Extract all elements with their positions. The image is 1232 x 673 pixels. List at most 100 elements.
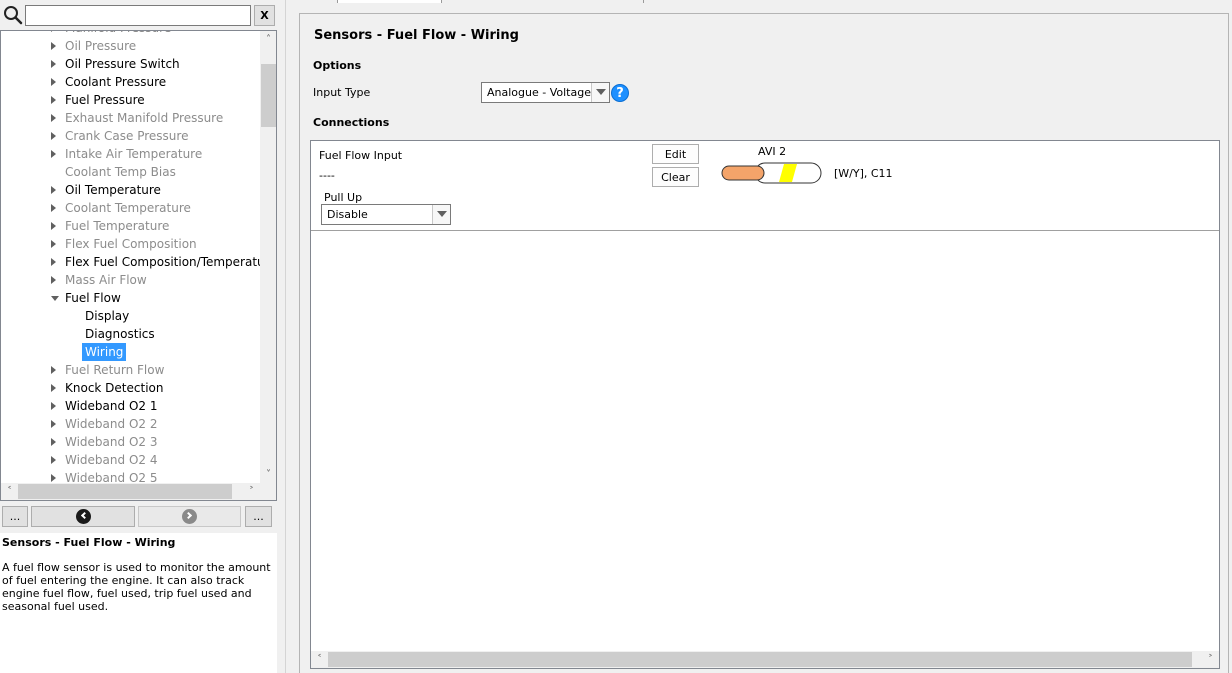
panel-splitter[interactable] — [278, 0, 286, 673]
nav-back-button[interactable] — [31, 506, 135, 527]
search-clear-button[interactable]: X — [254, 5, 275, 26]
tree-item[interactable]: Fuel Temperature — [1, 217, 260, 235]
tree-item[interactable]: Intake Air Temperature — [1, 145, 260, 163]
tree-item[interactable]: Coolant Temperature — [1, 199, 260, 217]
tree-item-label: Coolant Pressure — [65, 75, 167, 89]
dropdown-arrow-icon[interactable] — [432, 205, 450, 224]
expand-arrow-icon[interactable] — [51, 366, 56, 374]
tree-item-label: Coolant Temp Bias — [65, 165, 176, 179]
pull-up-dropdown[interactable]: Disable — [321, 204, 451, 225]
tree-item[interactable]: Oil Temperature — [1, 181, 260, 199]
expand-arrow-icon[interactable] — [51, 96, 56, 104]
tree-item[interactable]: Wideband O2 3 — [1, 433, 260, 451]
tree-item-label: Wiring — [82, 343, 127, 361]
back-arrow-icon — [75, 509, 91, 524]
expand-arrow-icon[interactable] — [51, 31, 56, 32]
edit-button[interactable]: Edit — [652, 144, 699, 164]
tree-vertical-scrollbar[interactable]: ˄ ˅ — [260, 31, 276, 483]
connections-horizontal-scrollbar[interactable]: ˂ ˃ — [311, 651, 1219, 668]
tree-item[interactable]: Oil Pressure — [1, 37, 260, 55]
tree-item[interactable]: Crank Case Pressure — [1, 127, 260, 145]
tree-item[interactable]: Oil Pressure Switch — [1, 55, 260, 73]
search-icon[interactable] — [3, 5, 23, 25]
tree-item[interactable]: Exhaust Manifold Pressure — [1, 109, 260, 127]
tree-item[interactable]: Coolant Pressure — [1, 73, 260, 91]
expand-arrow-icon[interactable] — [51, 204, 56, 212]
scroll-left-icon[interactable]: ˂ — [1, 483, 18, 500]
tree-item[interactable]: Wiring — [1, 343, 260, 361]
tree-item[interactable]: Manifold Pressure — [1, 31, 260, 37]
input-type-value: Analogue - Voltage — [487, 86, 591, 99]
help-panel: Sensors - Fuel Flow - Wiring A fuel flow… — [0, 533, 277, 673]
tree-item[interactable]: Flex Fuel Composition/Temperature S — [1, 253, 260, 271]
expand-arrow-icon[interactable] — [51, 402, 56, 410]
tree-item[interactable]: Mass Air Flow — [1, 271, 260, 289]
expand-arrow-icon[interactable] — [51, 150, 56, 158]
expand-arrow-icon[interactable] — [51, 438, 56, 446]
active-tab[interactable] — [337, 0, 442, 3]
tree-item[interactable]: Wideband O2 1 — [1, 397, 260, 415]
help-icon[interactable]: ? — [611, 84, 629, 102]
tree-item-label: Wideband O2 4 — [65, 453, 158, 467]
pin-label: AVI 2 — [758, 145, 787, 158]
connections-list: Fuel Flow Input ---- Pull Up Disable Edi… — [310, 140, 1220, 669]
expand-arrow-icon[interactable] — [51, 42, 56, 50]
input-type-dropdown[interactable]: Analogue - Voltage — [481, 82, 610, 103]
tree-item[interactable]: Fuel Flow — [1, 289, 260, 307]
tree-item[interactable]: Flex Fuel Composition — [1, 235, 260, 253]
tree-vertical-scroll-thumb[interactable] — [261, 64, 276, 127]
tree-horizontal-scrollbar[interactable]: ˂ ˃ — [1, 483, 260, 500]
nav-more-right-button[interactable]: ... — [245, 506, 272, 527]
expand-arrow-icon[interactable] — [51, 78, 56, 86]
connections-horizontal-scroll-thumb[interactable] — [328, 652, 1192, 667]
pull-up-label: Pull Up — [324, 191, 363, 204]
search-input[interactable] — [25, 5, 251, 26]
expand-arrow-icon[interactable] — [51, 132, 56, 140]
tree-item[interactable]: Diagnostics — [1, 325, 260, 343]
tree-item-label: Exhaust Manifold Pressure — [65, 111, 224, 125]
clear-button[interactable]: Clear — [652, 167, 699, 187]
tree-item[interactable]: Wideband O2 4 — [1, 451, 260, 469]
tree-item[interactable]: Wideband O2 2 — [1, 415, 260, 433]
expand-arrow-icon[interactable] — [51, 240, 56, 248]
tree-item[interactable]: Display — [1, 307, 260, 325]
forward-arrow-icon — [182, 509, 197, 524]
tree-item-label: Oil Pressure Switch — [65, 57, 180, 71]
expand-arrow-icon[interactable] — [51, 60, 56, 68]
help-title: Sensors - Fuel Flow - Wiring — [2, 536, 176, 549]
tree-item-label: Wideband O2 1 — [65, 399, 158, 413]
tree-item-label: Display — [85, 309, 130, 323]
tree-item[interactable]: Fuel Return Flow — [1, 361, 260, 379]
options-heading: Options — [313, 59, 362, 72]
left-panel: X Manifold Pressure Oil Pressure Oil Press… — [0, 0, 278, 673]
scroll-right-icon[interactable]: ˃ — [243, 483, 260, 500]
expand-arrow-icon[interactable] — [51, 384, 56, 392]
tree-item-label: Flex Fuel Composition/Temperature S — [65, 255, 260, 269]
tree-item-label: Wideband O2 2 — [65, 417, 158, 431]
expand-arrow-icon[interactable] — [51, 456, 56, 464]
nav-forward-button[interactable] — [138, 506, 241, 527]
tree-item[interactable]: Coolant Temp Bias — [1, 163, 260, 181]
navigation-tree[interactable]: Manifold Pressure Oil Pressure Oil Pressur… — [0, 30, 277, 501]
expand-arrow-icon[interactable] — [51, 186, 56, 194]
expand-arrow-icon[interactable] — [51, 276, 56, 284]
tree-item[interactable]: Fuel Pressure — [1, 91, 260, 109]
expand-arrow-icon[interactable] — [51, 114, 56, 122]
expand-arrow-icon[interactable] — [51, 222, 56, 230]
expand-arrow-icon[interactable] — [51, 420, 56, 428]
tree-item-label: Fuel Temperature — [65, 219, 170, 233]
scroll-up-icon[interactable]: ˄ — [260, 31, 276, 48]
scroll-down-icon[interactable]: ˅ — [260, 466, 276, 483]
tree-horizontal-scroll-thumb[interactable] — [18, 484, 232, 499]
tree-item[interactable]: Knock Detection — [1, 379, 260, 397]
content-panel: Sensors - Fuel Flow - Wiring Options Inp… — [299, 13, 1229, 673]
dropdown-arrow-icon[interactable] — [591, 83, 609, 102]
input-type-label: Input Type — [313, 86, 371, 99]
expand-arrow-icon[interactable] — [51, 474, 56, 482]
scroll-left-icon[interactable]: ˂ — [311, 651, 328, 668]
collapse-arrow-icon[interactable] — [51, 296, 59, 301]
scroll-right-icon[interactable]: ˃ — [1202, 651, 1219, 668]
tree-item-label: Flex Fuel Composition — [65, 237, 197, 251]
nav-more-left-button[interactable]: ... — [2, 506, 28, 527]
expand-arrow-icon[interactable] — [51, 258, 56, 266]
